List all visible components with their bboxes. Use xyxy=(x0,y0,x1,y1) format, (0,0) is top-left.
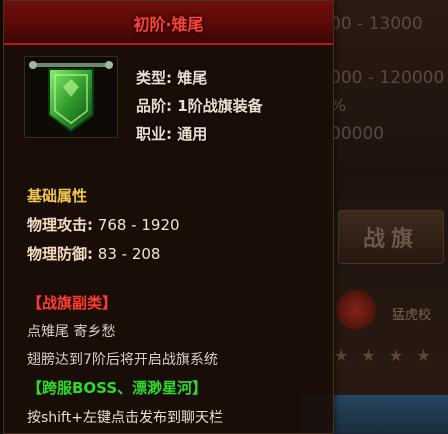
item-class-row: 职业: 通用 xyxy=(136,123,207,144)
item-title: 初阶·雉尾 xyxy=(133,15,204,34)
item-grade-value: 1阶战旗装备 xyxy=(177,97,263,115)
item-grade-row: 品阶: 1阶战旗装备 xyxy=(136,95,263,116)
item-grade-label: 品阶: xyxy=(136,97,172,115)
guild-emblem-icon xyxy=(336,290,376,330)
tooltip-title-bar: 初阶·雉尾 xyxy=(4,1,333,45)
item-type-value: 雉尾 xyxy=(177,69,208,87)
background-value-2: 000 - 120000 xyxy=(330,68,445,88)
physical-attack-label: 物理攻击: xyxy=(27,216,93,234)
background-value-4: 00000 xyxy=(330,124,385,144)
physical-defense-label: 物理防御: xyxy=(27,245,93,263)
background-value-1: 00 - 13000 xyxy=(330,14,423,34)
item-description: 点雉尾 寄乡愁 xyxy=(27,324,116,340)
item-type-row: 类型: 雉尾 xyxy=(136,67,207,88)
set-category-title: 【战旗副类】 xyxy=(27,294,118,312)
base-attributes-heading: 基础属性 xyxy=(27,187,88,205)
item-icon-frame xyxy=(24,56,118,138)
item-class-label: 职业: xyxy=(136,125,172,143)
physical-defense-value: 83 - 208 xyxy=(97,245,161,263)
shift-click-hint: 按shift+左键点击发布到聊天栏 xyxy=(27,410,223,426)
emblem-label: 猛虎校 xyxy=(392,308,432,323)
physical-attack-row: 物理攻击: 768 - 1920 xyxy=(27,214,180,235)
green-war-banner-icon xyxy=(29,61,113,133)
item-tooltip: 初阶·雉尾 类型: 雉尾 品阶: 1阶战旗装备 职业: 通用 基础属性 物理攻击… xyxy=(3,0,334,434)
item-type-label: 类型: xyxy=(136,69,172,87)
physical-defense-row: 物理防御: 83 - 208 xyxy=(27,243,160,264)
physical-attack-value: 768 - 1920 xyxy=(97,216,180,234)
drop-source: 【跨服BOSS、漂渺星河】 xyxy=(27,379,208,397)
star-rating: ★ ★ ★ ★ xyxy=(334,346,435,365)
battle-flag-tab-button[interactable]: 战旗 xyxy=(338,210,444,264)
unlock-requirement: 翅膀达到7阶后将开启战旗系统 xyxy=(27,352,218,368)
item-class-value: 通用 xyxy=(177,125,208,143)
